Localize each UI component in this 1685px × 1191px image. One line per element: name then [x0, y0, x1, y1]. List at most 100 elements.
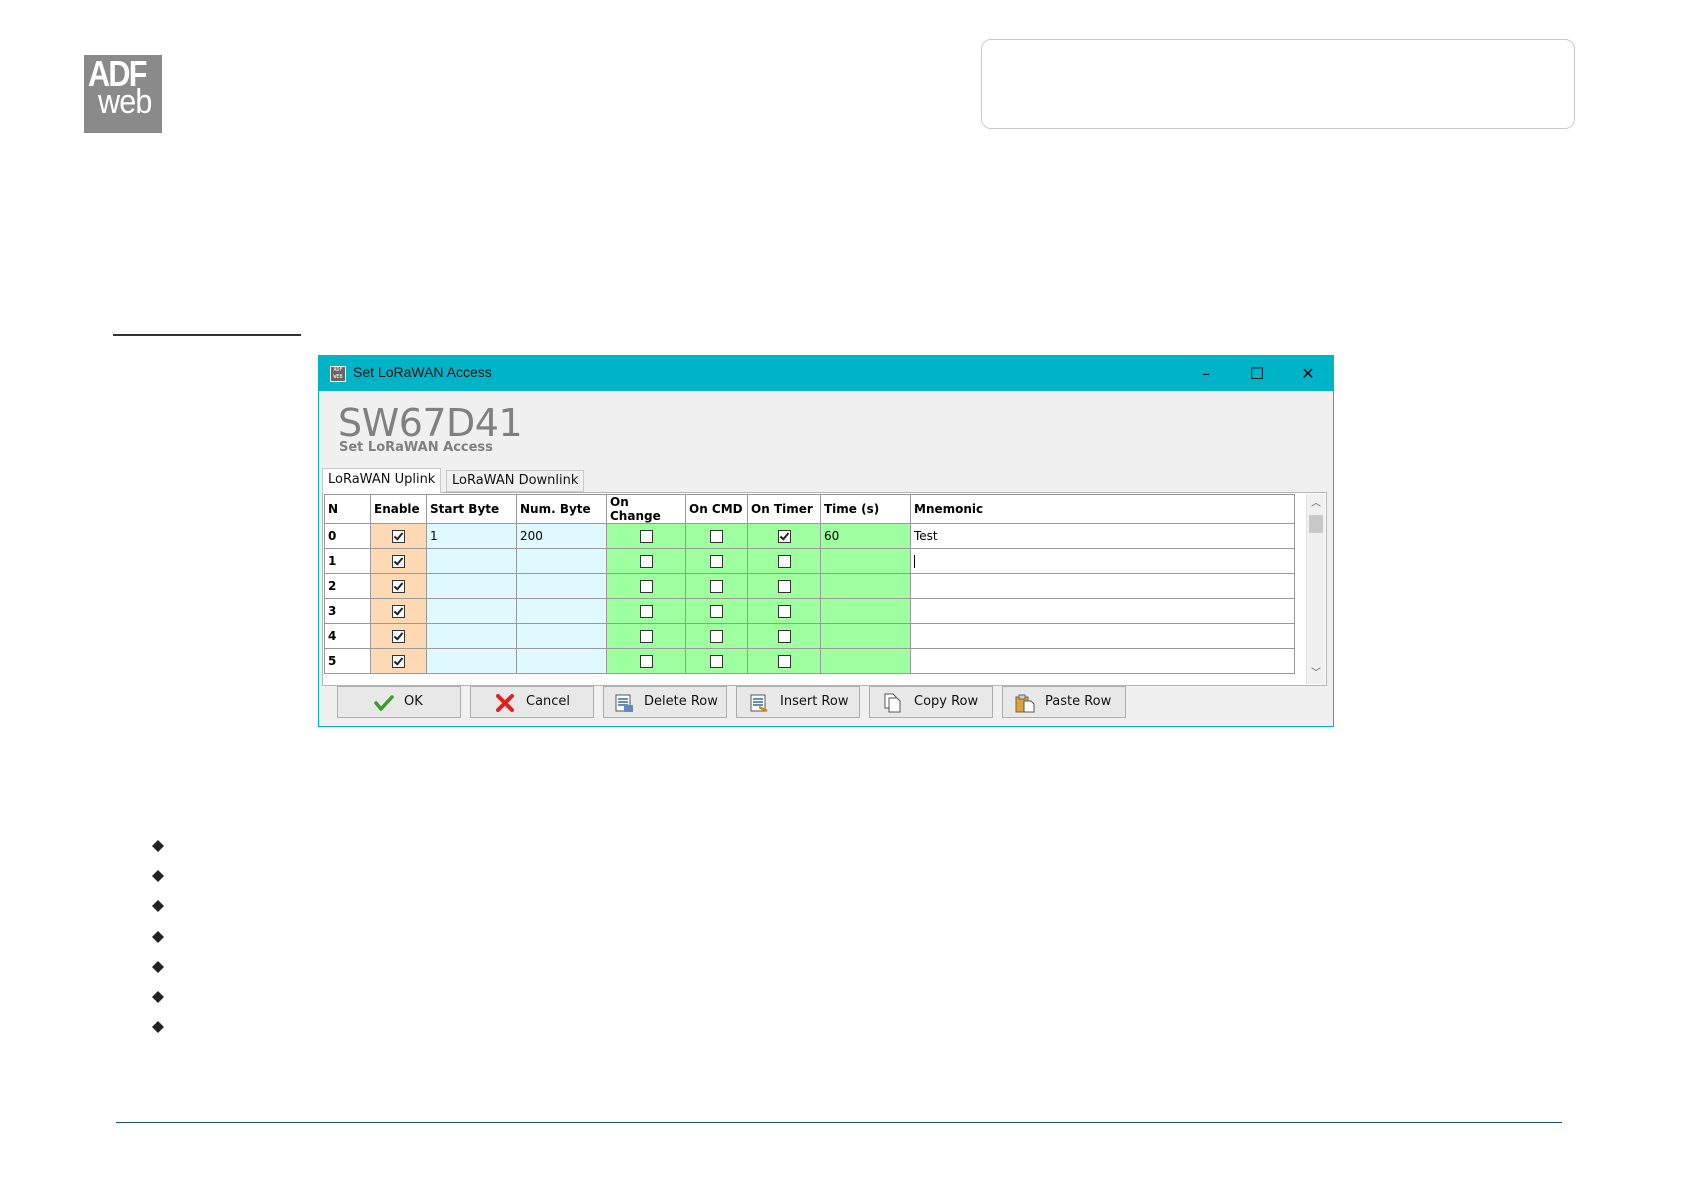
time-cell[interactable]: 60 — [820, 523, 911, 549]
num-byte-cell[interactable] — [516, 598, 607, 624]
vertical-scrollbar[interactable]: ︿ ﹀ — [1306, 494, 1325, 684]
paste-row-button[interactable]: Paste Row — [1002, 686, 1126, 718]
time-cell[interactable] — [820, 648, 911, 674]
time-cell[interactable] — [820, 598, 911, 624]
window-titlebar[interactable]: ADF WEB Set LoRaWAN Access – ☐ ✕ — [319, 356, 1333, 391]
on-timer-cell[interactable] — [747, 573, 821, 599]
column-header-time[interactable]: Time (s) — [820, 494, 911, 524]
on-change-cell[interactable] — [606, 523, 686, 549]
time-cell[interactable] — [820, 548, 911, 574]
enable-checkbox[interactable] — [392, 630, 405, 643]
on-change-checkbox[interactable] — [639, 555, 653, 568]
enable-cell[interactable] — [370, 623, 427, 649]
column-header-on-change[interactable]: On Change — [606, 494, 686, 524]
on-change-cell[interactable] — [606, 598, 686, 624]
table-row[interactable]: 1 — [324, 548, 1295, 574]
scroll-up-arrow-icon[interactable]: ︿ — [1307, 496, 1325, 512]
start-byte-cell[interactable]: 1 — [426, 523, 517, 549]
mnemonic-cell[interactable] — [910, 548, 1295, 574]
on-timer-cell[interactable] — [747, 548, 821, 574]
time-cell[interactable] — [820, 623, 911, 649]
scroll-down-arrow-icon[interactable]: ﹀ — [1307, 666, 1325, 682]
maximize-button[interactable]: ☐ — [1232, 356, 1282, 391]
on-timer-checkbox[interactable] — [777, 580, 791, 593]
tab-lorawan-downlink[interactable]: LoRaWAN Downlink — [446, 470, 585, 492]
enable-cell[interactable] — [370, 548, 427, 574]
on-change-checkbox[interactable] — [639, 605, 653, 618]
on-timer-cell[interactable] — [747, 523, 821, 549]
mnemonic-cell[interactable] — [910, 598, 1295, 624]
on-cmd-cell[interactable] — [685, 598, 748, 624]
mnemonic-cell[interactable]: Test — [910, 523, 1295, 549]
on-change-checkbox[interactable] — [639, 580, 653, 593]
on-timer-cell[interactable] — [747, 623, 821, 649]
num-byte-cell[interactable]: 200 — [516, 523, 607, 549]
insert-row-button[interactable]: Insert Row — [736, 686, 860, 718]
close-button[interactable]: ✕ — [1283, 356, 1333, 391]
tab-lorawan-uplink[interactable]: LoRaWAN Uplink — [322, 468, 442, 493]
on-timer-cell[interactable] — [747, 648, 821, 674]
column-header-num-byte[interactable]: Num. Byte — [516, 494, 607, 524]
start-byte-cell[interactable] — [426, 623, 517, 649]
on-timer-checkbox[interactable] — [777, 605, 791, 618]
on-cmd-checkbox[interactable] — [710, 655, 723, 668]
on-timer-checkbox[interactable] — [777, 555, 791, 568]
table-row[interactable]: 4 — [324, 623, 1295, 649]
minimize-button[interactable]: – — [1181, 356, 1231, 391]
start-byte-cell[interactable] — [426, 573, 517, 599]
column-header-start-byte[interactable]: Start Byte — [426, 494, 517, 524]
table-row[interactable]: 5 — [324, 648, 1295, 674]
on-change-checkbox[interactable] — [639, 655, 653, 668]
mnemonic-cell[interactable] — [910, 573, 1295, 599]
num-byte-cell[interactable] — [516, 648, 607, 674]
cancel-button[interactable]: Cancel — [470, 686, 594, 718]
enable-cell[interactable] — [370, 523, 427, 549]
on-cmd-checkbox[interactable] — [710, 580, 723, 593]
ok-button[interactable]: OK — [337, 686, 461, 718]
enable-checkbox[interactable] — [392, 580, 405, 593]
enable-checkbox[interactable] — [392, 530, 405, 543]
table-row[interactable]: 3 — [324, 598, 1295, 624]
mnemonic-cell[interactable] — [910, 648, 1295, 674]
on-cmd-checkbox[interactable] — [710, 605, 723, 618]
num-byte-cell[interactable] — [516, 573, 607, 599]
start-byte-cell[interactable] — [426, 598, 517, 624]
on-cmd-cell[interactable] — [685, 573, 748, 599]
enable-checkbox[interactable] — [392, 605, 405, 618]
enable-cell[interactable] — [370, 648, 427, 674]
num-byte-cell[interactable] — [516, 548, 607, 574]
on-cmd-cell[interactable] — [685, 523, 748, 549]
enable-cell[interactable] — [370, 598, 427, 624]
on-cmd-checkbox[interactable] — [710, 630, 723, 643]
on-cmd-cell[interactable] — [685, 548, 748, 574]
on-change-checkbox[interactable] — [639, 630, 653, 643]
time-cell[interactable] — [820, 573, 911, 599]
column-header-on-cmd[interactable]: On CMD — [685, 494, 748, 524]
on-cmd-checkbox[interactable] — [710, 555, 723, 568]
start-byte-cell[interactable] — [426, 548, 517, 574]
scroll-thumb[interactable] — [1309, 515, 1323, 533]
table-row[interactable]: 0 1 200 60 Test — [324, 523, 1295, 549]
on-change-cell[interactable] — [606, 623, 686, 649]
on-cmd-checkbox[interactable] — [710, 530, 723, 543]
column-header-enable[interactable]: Enable — [370, 494, 427, 524]
on-change-cell[interactable] — [606, 573, 686, 599]
on-timer-checkbox[interactable] — [777, 630, 791, 643]
on-timer-cell[interactable] — [747, 598, 821, 624]
delete-row-button[interactable]: Delete Row — [603, 686, 727, 718]
enable-checkbox[interactable] — [392, 655, 405, 668]
enable-cell[interactable] — [370, 573, 427, 599]
num-byte-cell[interactable] — [516, 623, 607, 649]
start-byte-cell[interactable] — [426, 648, 517, 674]
on-timer-checkbox[interactable] — [777, 655, 791, 668]
mnemonic-cell[interactable] — [910, 623, 1295, 649]
on-change-cell[interactable] — [606, 548, 686, 574]
copy-row-button[interactable]: Copy Row — [869, 686, 993, 718]
on-change-checkbox[interactable] — [639, 530, 653, 543]
on-timer-checkbox[interactable] — [777, 530, 791, 543]
enable-checkbox[interactable] — [392, 555, 405, 568]
on-change-cell[interactable] — [606, 648, 686, 674]
on-cmd-cell[interactable] — [685, 648, 748, 674]
table-row[interactable]: 2 — [324, 573, 1295, 599]
column-header-mnemonic[interactable]: Mnemonic — [910, 494, 1295, 524]
